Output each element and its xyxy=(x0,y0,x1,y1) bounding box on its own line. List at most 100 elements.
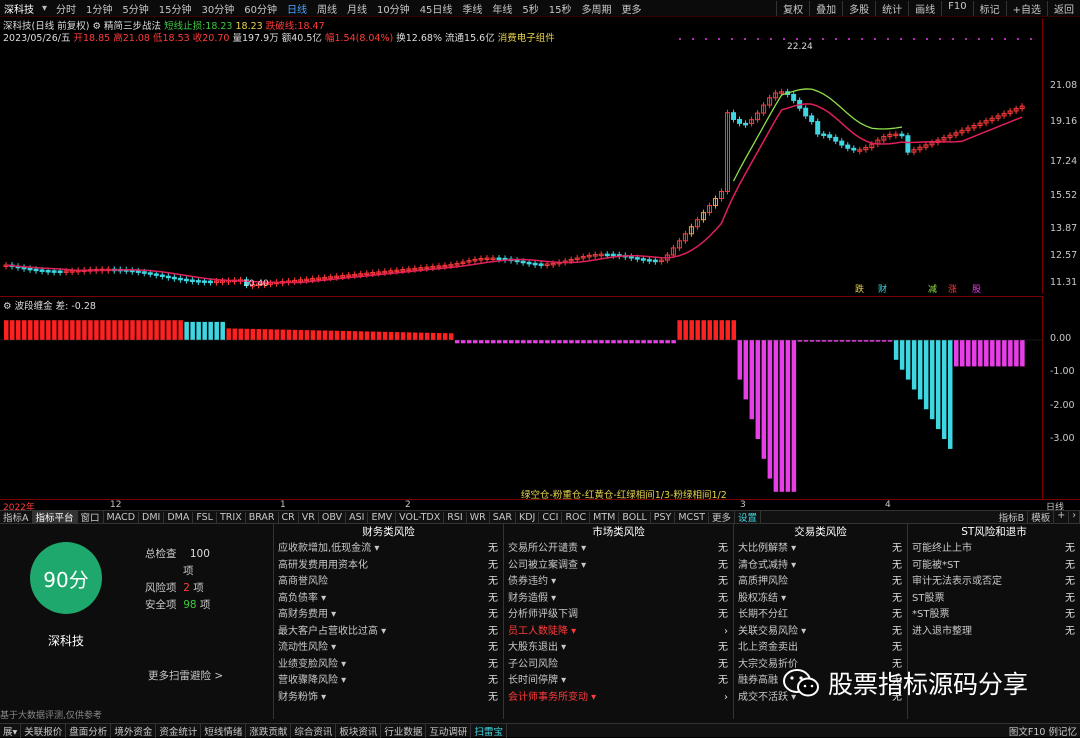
toolbar-button[interactable]: 多股 xyxy=(842,0,875,16)
period-tab[interactable]: 5分钟 xyxy=(117,1,153,16)
indicator-tab[interactable]: VR xyxy=(299,511,319,523)
period-tab[interactable]: 周线 xyxy=(312,1,342,16)
risk-item[interactable]: 财务粉饰 ▾ 无 xyxy=(274,690,503,707)
period-tab[interactable]: 30分钟 xyxy=(196,1,239,16)
indicator-tab[interactable]: RSI xyxy=(444,511,467,523)
risk-item[interactable]: 交易所公开谴责 ▾ 无 xyxy=(504,541,733,558)
period-tab[interactable]: 更多 xyxy=(617,1,647,16)
risk-item[interactable]: 业绩变脸风险 ▾ 无 xyxy=(274,657,503,674)
bottom-tab[interactable]: 板块资讯 xyxy=(336,723,382,738)
risk-item[interactable]: 高商誉风险 无 xyxy=(274,574,503,591)
bottom-tab[interactable]: 盘面分析 xyxy=(66,723,112,738)
indicator-tab[interactable]: 指标平台 xyxy=(32,510,78,524)
toolbar-button[interactable]: 复权 xyxy=(776,0,809,16)
risk-item[interactable]: 可能被*ST 无 xyxy=(908,558,1080,575)
indicator-tab[interactable]: CR xyxy=(279,511,299,523)
indicator-tab[interactable]: CCI xyxy=(539,511,563,523)
risk-item[interactable]: 员工人数陡降 ▾ › xyxy=(504,624,733,641)
risk-item[interactable]: *ST股票 无 xyxy=(908,607,1080,624)
risk-item[interactable]: 审计无法表示或否定 无 xyxy=(908,574,1080,591)
indicator-tab[interactable]: TRIX xyxy=(217,511,246,523)
indicator-tab[interactable]: 设置 xyxy=(735,510,762,524)
toolbar-button[interactable]: 标记 xyxy=(972,0,1006,16)
risk-item[interactable]: 高负债率 ▾ 无 xyxy=(274,591,503,608)
period-tab[interactable]: 1分钟 xyxy=(81,1,117,16)
indicator-tab[interactable]: MCST xyxy=(675,511,710,523)
indicator-tab[interactable]: MTM xyxy=(590,511,620,523)
indicator-tab[interactable]: VOL-TDX xyxy=(396,511,445,523)
risk-item[interactable]: 应收款增加,低现金流 ▾ 无 xyxy=(274,541,503,558)
toolbar-button[interactable]: 统计 xyxy=(875,0,908,16)
period-tab[interactable]: 分时 xyxy=(51,1,81,16)
candlestick-chart[interactable]: 22.24 10.40 跌 财 减 涨 股 xyxy=(0,18,1043,295)
risk-item[interactable]: 高财务费用 ▾ 无 xyxy=(274,607,503,624)
dropdown-icon[interactable]: ▾ xyxy=(38,3,51,14)
indicator-tab[interactable]: EMV xyxy=(368,511,397,523)
indicator-tab[interactable]: ASI xyxy=(346,511,369,523)
risk-item[interactable]: 营收骤降风险 ▾ 无 xyxy=(274,673,503,690)
bottom-tab[interactable]: 境外资金 xyxy=(111,723,157,738)
bottom-tab[interactable]: 资金统计 xyxy=(156,723,202,738)
risk-item[interactable]: 可能终止上市 无 xyxy=(908,541,1080,558)
risk-item[interactable]: ST股票 无 xyxy=(908,591,1080,608)
period-tab[interactable]: 日线 xyxy=(282,1,312,16)
toolbar-button[interactable]: F10 xyxy=(941,0,972,16)
bottom-tab[interactable]: 行业数据 xyxy=(381,723,427,738)
risk-item[interactable]: 长期不分红 无 xyxy=(734,607,907,624)
bottom-tab[interactable]: 关联报价 xyxy=(21,723,67,738)
risk-item[interactable]: 子公司风险 无 xyxy=(504,657,733,674)
risk-item[interactable]: 会计师事务所变动 ▾ › xyxy=(504,690,733,707)
toolbar-button[interactable]: 叠加 xyxy=(809,0,842,16)
indicator-tab[interactable]: MACD xyxy=(104,511,140,523)
period-tab[interactable]: 季线 xyxy=(457,1,487,16)
indicator-tab[interactable]: 指标A xyxy=(0,510,33,524)
indicator-tab[interactable]: BOLL xyxy=(619,511,651,523)
toolbar-button[interactable]: +自选 xyxy=(1005,0,1047,16)
risk-item[interactable]: 大比例解禁 ▾ 无 xyxy=(734,541,907,558)
period-tab[interactable]: 60分钟 xyxy=(239,1,282,16)
indicator-tab[interactable]: 窗口 xyxy=(78,510,104,524)
f10-link[interactable]: 图文F10 例记忆 xyxy=(1006,724,1080,738)
risk-item[interactable]: 高质押风险 无 xyxy=(734,574,907,591)
risk-item[interactable]: 清仓式减持 ▾ 无 xyxy=(734,558,907,575)
period-tab[interactable]: 10分钟 xyxy=(372,1,415,16)
tab-right-button[interactable]: › xyxy=(1069,510,1080,524)
indicator-title[interactable]: 波段缠金 xyxy=(15,301,53,312)
risk-item[interactable]: 大股东退出 ▾ 无 xyxy=(504,640,733,657)
risk-item[interactable]: 分析师评级下调 无 xyxy=(504,607,733,624)
more-scan-link[interactable]: 更多扫雷避险 > xyxy=(148,668,223,683)
period-tab[interactable]: 15秒 xyxy=(544,1,577,16)
period-tab[interactable]: 15分钟 xyxy=(154,1,197,16)
tab-right-button[interactable]: 指标B xyxy=(996,510,1029,524)
bottom-tab[interactable]: 综合资讯 xyxy=(291,723,337,738)
indicator-tab[interactable]: KDJ xyxy=(516,511,540,523)
indicator-tab[interactable]: PSY xyxy=(651,511,676,523)
risk-item[interactable]: 最大客户占营收比过高 ▾ 无 xyxy=(274,624,503,641)
period-tab[interactable]: 年线 xyxy=(487,1,517,16)
period-tab[interactable]: 45日线 xyxy=(415,1,458,16)
toolbar-button[interactable]: 返回 xyxy=(1047,0,1080,16)
period-tab[interactable]: 月线 xyxy=(342,1,372,16)
risk-item[interactable]: 北上资金卖出 无 xyxy=(734,640,907,657)
bottom-tab[interactable]: 涨跌贡献 xyxy=(246,723,292,738)
risk-item[interactable]: 流动性风险 ▾ 无 xyxy=(274,640,503,657)
bottom-tab[interactable]: 扫雷宝 xyxy=(471,723,507,738)
bottom-tab[interactable]: 展▾ xyxy=(0,723,22,738)
indicator-tab[interactable]: BRAR xyxy=(246,511,279,523)
indicator-tab[interactable]: WR xyxy=(467,511,490,523)
indicator-tab[interactable]: FSL xyxy=(193,511,217,523)
risk-item[interactable]: 进入退市整理 无 xyxy=(908,624,1080,641)
risk-item[interactable]: 财务造假 ▾ 无 xyxy=(504,591,733,608)
period-tab[interactable]: 5秒 xyxy=(517,1,543,16)
indicator-tab[interactable]: ROC xyxy=(562,511,591,523)
risk-item[interactable]: 长时间停牌 ▾ 无 xyxy=(504,673,733,690)
toolbar-button[interactable]: 画线 xyxy=(908,0,941,16)
indicator-tab[interactable]: OBV xyxy=(319,511,347,523)
risk-item[interactable]: 股权冻结 ▾ 无 xyxy=(734,591,907,608)
risk-item[interactable]: 关联交易风险 ▾ 无 xyxy=(734,624,907,641)
bottom-tab[interactable]: 互动调研 xyxy=(426,723,472,738)
indicator-tab[interactable]: DMA xyxy=(164,511,194,523)
tab-right-button[interactable]: 模板 xyxy=(1028,510,1055,524)
indicator-chart[interactable]: ⚙ 波段缠金 差: -0.28 绿空仓-粉重仓-红黄仓-红绿相间1/3-粉绿相间… xyxy=(0,296,1043,501)
period-tab[interactable]: 多周期 xyxy=(577,1,617,16)
